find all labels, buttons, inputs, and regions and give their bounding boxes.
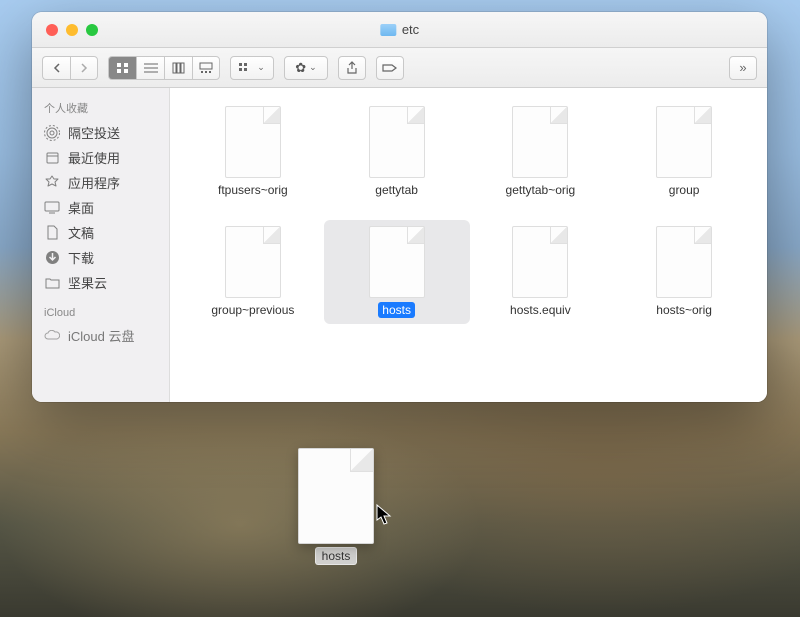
- zoom-button[interactable]: [86, 24, 98, 36]
- favorites-header: 个人收藏: [32, 96, 169, 120]
- dragged-file[interactable]: hosts: [298, 448, 374, 565]
- group-by-button[interactable]: ⌄: [230, 56, 274, 80]
- sidebar-item-label: iCloud 云盘: [68, 326, 134, 345]
- file-item[interactable]: ftpusers~orig: [186, 106, 320, 198]
- sidebar-item-downloads[interactable]: 下载: [32, 245, 169, 270]
- window-body: 个人收藏 隔空投送 最近使用 应用程序 桌面 文稿: [32, 88, 767, 402]
- sidebar-item-label: 文稿: [68, 223, 94, 242]
- close-button[interactable]: [46, 24, 58, 36]
- sidebar-item-nutstore[interactable]: 坚果云: [32, 270, 169, 295]
- minimize-button[interactable]: [66, 24, 78, 36]
- nav-buttons: [42, 56, 98, 80]
- cloud-icon: [44, 328, 60, 344]
- sidebar-item-recents[interactable]: 最近使用: [32, 145, 169, 170]
- icloud-header: iCloud: [32, 303, 169, 323]
- sidebar-item-desktop[interactable]: 桌面: [32, 195, 169, 220]
- desktop-icon: [44, 200, 60, 216]
- column-view-button[interactable]: [164, 56, 192, 80]
- sidebar-item-icloud-drive[interactable]: iCloud 云盘: [32, 323, 169, 348]
- file-name: hosts~orig: [652, 302, 716, 318]
- dragged-file-label: hosts: [315, 547, 358, 565]
- action-button[interactable]: ✿⌄: [284, 56, 328, 80]
- document-icon: [369, 106, 425, 178]
- toolbar: ⌄ ✿⌄ »: [32, 48, 767, 88]
- file-name: gettytab~orig: [502, 182, 580, 198]
- tags-button[interactable]: [376, 56, 404, 80]
- sidebar-item-applications[interactable]: 应用程序: [32, 170, 169, 195]
- file-item[interactable]: gettytab: [330, 106, 464, 198]
- sidebar-item-label: 桌面: [68, 198, 94, 217]
- document-icon: [225, 226, 281, 298]
- file-name: group: [665, 182, 704, 198]
- file-grid-area[interactable]: ftpusers~orig gettytab gettytab~orig group g…: [170, 88, 767, 402]
- sidebar-item-label: 下载: [68, 248, 94, 267]
- document-icon: [512, 106, 568, 178]
- file-name: hosts.equiv: [506, 302, 575, 318]
- sidebar-item-label: 隔空投送: [68, 123, 120, 142]
- document-icon: [369, 226, 425, 298]
- titlebar[interactable]: etc: [32, 12, 767, 48]
- document-icon: [512, 226, 568, 298]
- forward-button[interactable]: [70, 56, 98, 80]
- back-button[interactable]: [42, 56, 70, 80]
- recents-icon: [44, 150, 60, 166]
- sidebar-item-label: 坚果云: [68, 273, 107, 292]
- overflow-button[interactable]: »: [729, 56, 757, 80]
- window-title-text: etc: [402, 22, 419, 37]
- document-icon: [225, 106, 281, 178]
- sidebar-item-documents[interactable]: 文稿: [32, 220, 169, 245]
- list-view-button[interactable]: [136, 56, 164, 80]
- traffic-lights: [32, 24, 98, 36]
- downloads-icon: [44, 250, 60, 266]
- share-button[interactable]: [338, 56, 366, 80]
- file-name: group~previous: [207, 302, 298, 318]
- applications-icon: [44, 175, 60, 191]
- document-icon: [656, 226, 712, 298]
- folder-small-icon: [44, 275, 60, 291]
- sidebar-item-airdrop[interactable]: 隔空投送: [32, 120, 169, 145]
- file-item[interactable]: gettytab~orig: [474, 106, 608, 198]
- airdrop-icon: [44, 125, 60, 141]
- file-name: hosts: [378, 302, 415, 318]
- file-item[interactable]: hosts.equiv: [474, 226, 608, 318]
- sidebar: 个人收藏 隔空投送 最近使用 应用程序 桌面 文稿: [32, 88, 170, 402]
- finder-window: etc ⌄ ✿⌄ » 个人收藏 隔空投送 最近使用: [32, 12, 767, 402]
- gallery-view-button[interactable]: [192, 56, 220, 80]
- folder-icon: [380, 24, 396, 36]
- documents-icon: [44, 225, 60, 241]
- sidebar-item-label: 应用程序: [68, 173, 120, 192]
- view-switcher: [108, 56, 220, 80]
- file-item[interactable]: group~previous: [186, 226, 320, 318]
- sidebar-item-label: 最近使用: [68, 148, 120, 167]
- window-title: etc: [380, 22, 419, 37]
- document-icon: [656, 106, 712, 178]
- file-item[interactable]: hosts~orig: [617, 226, 751, 318]
- file-item[interactable]: group: [617, 106, 751, 198]
- icon-view-button[interactable]: [108, 56, 136, 80]
- file-name: ftpusers~orig: [214, 182, 292, 198]
- file-item[interactable]: hosts: [324, 220, 470, 324]
- document-icon: [298, 448, 374, 544]
- file-name: gettytab: [371, 182, 422, 198]
